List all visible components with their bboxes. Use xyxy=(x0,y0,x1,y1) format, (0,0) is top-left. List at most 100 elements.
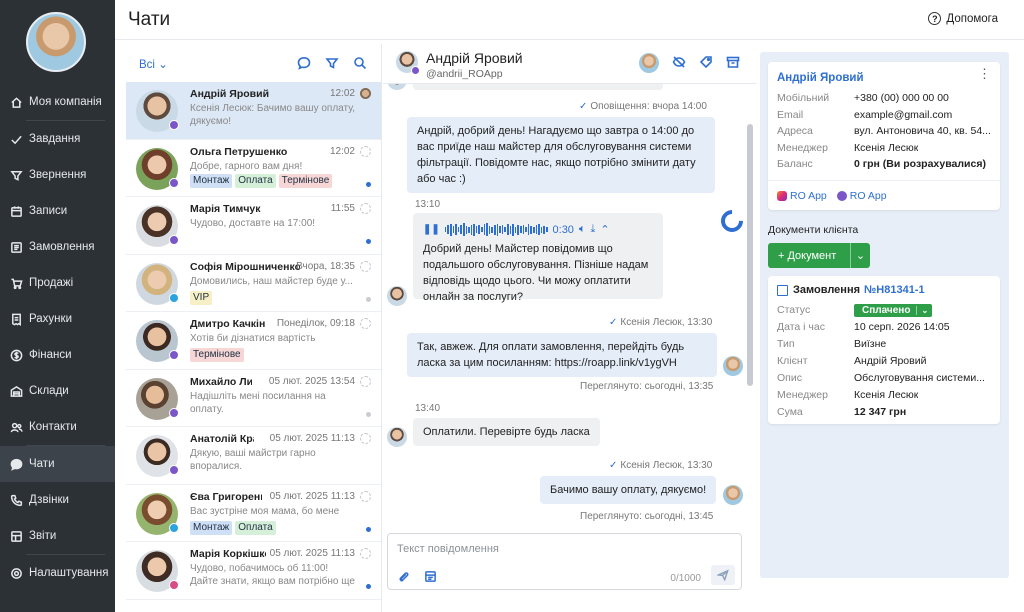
audio-player[interactable]: ❚❚ 0:30 🔈︎ ⤓ ⌃ xyxy=(423,223,610,236)
viber-icon xyxy=(836,191,847,201)
unassigned-icon xyxy=(360,203,371,214)
chevron-down-icon[interactable]: ⌄ xyxy=(850,243,870,268)
question-icon: ? xyxy=(928,12,942,25)
viber-icon xyxy=(169,465,179,475)
chat-time: 05 лют. 2025 11:13 xyxy=(269,490,355,502)
documents-title: Документи клієнта xyxy=(768,224,859,236)
scrollbar[interactable] xyxy=(747,124,753,386)
seen-status: Переглянуто: сьогодні, 13:35 xyxy=(580,381,714,392)
chat-preview: Дякую, ваші майстри гарно впоралися. xyxy=(190,448,316,472)
avatar xyxy=(723,356,743,376)
sidebar-item-settings[interactable]: Налаштування xyxy=(0,555,115,591)
sidebar-item-company[interactable]: Моя компанія xyxy=(0,84,115,120)
channel-instagram[interactable]: RO App xyxy=(777,190,827,202)
sidebar-item-orders[interactable]: Замовлення xyxy=(0,229,115,265)
sidebar-item-invoices[interactable]: Рахунки xyxy=(0,301,115,337)
chat-list-item[interactable]: Ольга Петрушенко 12:02 Добре, гарного ва… xyxy=(126,140,381,197)
top-bar: Чати ? Допомога xyxy=(115,0,1024,40)
contact-handle: @andrii_ROApp xyxy=(426,68,503,80)
chat-preview: Вас зустріне моя мама, бо мене не... xyxy=(190,505,340,517)
chat-filter-dropdown[interactable]: Всі ⌄ xyxy=(139,57,168,71)
new-chat-icon[interactable] xyxy=(297,56,311,73)
archive-icon[interactable] xyxy=(726,55,740,72)
field-value: 10 серп. 2026 14:05 xyxy=(854,321,950,333)
chat-time: 12:02 xyxy=(329,145,355,157)
instagram-icon xyxy=(777,191,787,201)
sidebar-item-calls[interactable]: Дзвінки xyxy=(0,482,115,518)
unread-dot xyxy=(366,584,371,589)
sidebar-item-warehouses[interactable]: Склади xyxy=(0,373,115,409)
channel-viber[interactable]: RO App xyxy=(836,190,887,202)
volume-icon[interactable]: 🔈︎ xyxy=(579,223,586,236)
sidebar-item-sales[interactable]: Продажі xyxy=(0,265,115,301)
sidebar-item-requests[interactable]: Звернення xyxy=(0,157,115,193)
unassigned-icon xyxy=(360,433,371,444)
chat-list-item[interactable]: Єва Григоренко 05 лют. 2025 11:13 Вас зу… xyxy=(126,485,381,542)
seen-status: Переглянуто: сьогодні, 13:45 xyxy=(580,511,714,522)
read-dot xyxy=(366,296,371,302)
order-title[interactable]: Замовлення №H81341-1 xyxy=(777,284,925,296)
contact-card-name[interactable]: Андрій Яровий xyxy=(777,72,864,84)
message-composer[interactable]: Текст повідомлення 0/1000 xyxy=(387,533,742,590)
chat-filter-label: Всі xyxy=(139,59,155,71)
status-badge[interactable]: Сплачено ⌄ xyxy=(854,304,933,317)
sidebar-item-label: Чати xyxy=(29,458,55,470)
field-value: example@gmail.com xyxy=(854,109,953,121)
attach-icon[interactable] xyxy=(397,570,410,586)
sidebar-item-records[interactable]: Записи xyxy=(0,193,115,229)
chat-list-item[interactable]: Андрій Яровий 12:02 Ксенія Лесюк: Бачимо… xyxy=(126,82,381,140)
add-document-button[interactable]: + Документ ⌄ xyxy=(768,243,870,268)
message-bubble: Андрій, добрий день! Нагадуємо що завтра… xyxy=(407,117,715,193)
unread-dot xyxy=(366,239,371,244)
sidebar-item-label: Записи xyxy=(29,205,68,217)
chat-preview: Добре, гарного вам дня! xyxy=(190,160,303,172)
tag-icon[interactable] xyxy=(699,55,713,72)
chat-list-toolbar: Всі ⌄ xyxy=(126,44,381,82)
help-link[interactable]: ? Допомога xyxy=(928,12,998,25)
field-label: Статус xyxy=(777,304,811,316)
sidebar-item-contacts[interactable]: Контакти xyxy=(0,409,115,445)
sidebar-item-finance[interactable]: Фінанси xyxy=(0,337,115,373)
pause-icon[interactable]: ❚❚ xyxy=(423,224,440,235)
char-counter: 0/1000 xyxy=(670,573,701,584)
telegram-icon xyxy=(169,522,179,533)
chat-time: 11:55 xyxy=(330,203,355,214)
chat-name: Марія Коркішко xyxy=(190,548,266,560)
waveform[interactable] xyxy=(444,223,548,236)
message-time: 13:10 xyxy=(415,199,441,210)
chat-time: 12:02 xyxy=(329,88,355,99)
chevron-up-icon[interactable]: ⌃ xyxy=(600,223,609,236)
chat-name: Єва Григоренко xyxy=(190,490,262,503)
chat-list-item[interactable]: Анатолій Кравчук 05 лют. 2025 11:13 Дяку… xyxy=(126,427,381,485)
tag: Монтаж xyxy=(190,520,233,535)
viber-icon xyxy=(169,350,179,360)
send-button[interactable] xyxy=(711,565,735,585)
sidebar-item-chats[interactable]: Чати xyxy=(0,446,115,482)
chat-list-item[interactable]: Марія Коркішко 05 лют. 2025 11:13 Чудово… xyxy=(126,542,381,600)
sidebar-item-label: Налаштування xyxy=(29,567,109,579)
hide-icon[interactable] xyxy=(672,55,686,72)
message-meta: ✓ Ксенія Лесюк, 13:30 xyxy=(609,317,713,328)
field-label: Сума xyxy=(777,406,803,418)
chat-list-item[interactable]: Софія Мірошниченко Вчора, 18:35 Домовили… xyxy=(126,255,381,312)
assignee-avatar[interactable] xyxy=(639,53,659,73)
chat-list-item[interactable]: Михайло Липов 05 лют. 2025 13:54 Надішлі… xyxy=(126,370,381,427)
reports-icon xyxy=(9,529,23,543)
chat-list-item[interactable]: Дмитро Качкін Понеділок, 09:18 Хотів би … xyxy=(126,312,381,370)
message-time: 13:40 xyxy=(415,403,441,414)
field-value: Виїзне xyxy=(854,338,887,350)
filter-icon[interactable] xyxy=(325,56,339,73)
sidebar-item-tasks[interactable]: Завдання xyxy=(0,121,115,157)
field-label: Email xyxy=(777,109,804,121)
sidebar-item-reports[interactable]: Звіти xyxy=(0,518,115,554)
more-icon[interactable]: ⋮ xyxy=(978,67,991,80)
order-number[interactable]: №H81341-1 xyxy=(864,284,925,296)
user-avatar[interactable] xyxy=(26,12,86,72)
message-input[interactable]: Текст повідомлення xyxy=(397,543,499,555)
template-icon[interactable] xyxy=(424,570,437,586)
search-icon[interactable] xyxy=(353,56,367,73)
chat-icon xyxy=(9,457,23,471)
audio-duration: 0:30 xyxy=(552,223,574,236)
chat-list-item[interactable]: Марія Тимчук 11:55 Чудово, доставте на 1… xyxy=(126,197,381,255)
download-icon[interactable]: ⤓ xyxy=(591,223,596,236)
